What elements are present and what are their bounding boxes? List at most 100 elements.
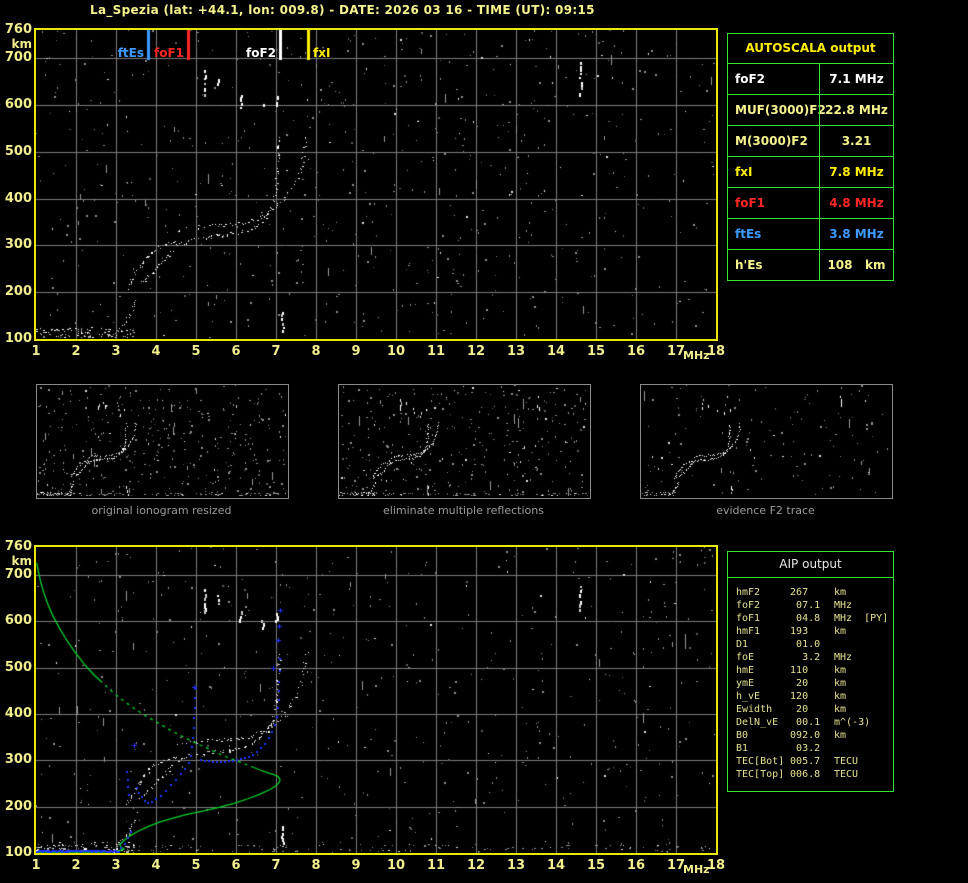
autoscala-table-title: AUTOSCALA output [745,41,876,55]
aip-row-hmE: hmE 110 km [728,664,893,677]
x-tick-label: 16 [626,858,646,873]
aip-row-foF2: foF2 07.1 MHz [728,599,893,612]
thumbnail-original-canvas [37,385,286,496]
x-tick-label: 11 [426,858,446,873]
aip-row-unit: MHz [834,600,853,611]
aip-row-unit: MHz [PY] [834,613,889,624]
aip-row-hmF2: hmF2 267 km [728,586,893,599]
autoscala-row-foF2: foF2 7.1 MHz [728,63,893,94]
aip-row-unit: km [834,678,847,689]
autoscala-row-label: fxI [735,165,753,179]
autoscala-table: AUTOSCALA output foF2 7.1 MHz MUF(3000)F2 2… [727,33,894,281]
aip-row-foF1: foF1 04.8 MHz [PY] [728,612,893,625]
x-tick-label: 2 [71,858,81,873]
x-tick-label: 4 [151,858,161,873]
x-tick-label: 1 [31,344,41,359]
aip-row-label: hmF2 [736,587,761,598]
aip-row-label: hmE [736,665,755,676]
y-tick-label: 600 [4,613,32,629]
y-tick-label: 400 [4,705,32,721]
axis-unit-label: MHz [683,349,710,362]
x-tick-label: 14 [546,344,566,359]
aip-row-B0: B0 092.0 km [728,729,893,742]
thumbnail-eliminate-canvas [339,385,588,496]
aip-row-label: Ewidth [736,704,773,715]
aip-row-unit: m^(-3) [834,717,871,728]
autoscala-row-value: 22.8 MHz [819,95,893,125]
aip-row-value: 110 [778,665,809,676]
aip-row-value: 20 [778,678,809,689]
aip-row-value: 20 [778,704,809,715]
autoscala-row-fxI: fxI 7.8 MHz [728,156,893,187]
x-tick-label: 15 [586,858,606,873]
aip-row-value: 07.1 [778,600,821,611]
autoscala-row-ftEs: ftEs 3.8 MHz [728,218,893,249]
aip-row-value: 04.8 [778,613,821,624]
aip-table-title: AIP output [728,552,893,578]
aip-row-unit: TECU [834,769,859,780]
aip-row-label: hmF1 [736,626,761,637]
autoscala-row-value: 3.21 [819,126,893,156]
x-tick-label: 10 [386,858,406,873]
y-tick-label: 700 [4,50,32,66]
x-tick-label: 16 [626,344,646,359]
aip-row-value: 120 [778,691,809,702]
autoscala-row-value: 7.1 MHz [819,64,893,94]
aip-row-foE: foE 3.2 MHz [728,651,893,664]
x-tick-label: 3 [111,344,121,359]
x-tick-label: 3 [111,858,121,873]
x-tick-label: 12 [466,344,486,359]
aip-row-Ewidth: Ewidth 20 km [728,703,893,716]
x-tick-label: 10 [386,344,406,359]
aip-row-label: foF1 [736,613,761,624]
y-tick-label: 200 [4,284,32,300]
autoscala-row-M(3000)F2: M(3000)F2 3.21 [728,125,893,156]
top-ionogram-canvas [36,30,716,339]
autoscala-row-value: 7.8 MHz [819,157,893,187]
axis-unit-label: km [11,37,32,51]
aip-row-unit: km [834,587,847,598]
bottom-ionogram-plot [34,545,718,855]
aip-row-label: h_vE [736,691,761,702]
y-tick-label: 500 [4,143,32,159]
autoscala-row-value: 4.8 MHz [819,188,893,218]
y-tick-label: 300 [4,237,32,253]
autoscala-row-label: h'Es [735,258,763,272]
x-tick-label: 2 [71,344,81,359]
marker-label-fxI: fxI [313,46,331,60]
page-title: La_Spezia (lat: +44.1, lon: 009.8) - DAT… [90,3,595,17]
x-tick-label: 11 [426,344,446,359]
aip-row-unit: km [834,730,847,741]
bottom-ionogram-canvas [36,547,716,853]
y-tick-label: 760 [4,22,32,37]
axis-unit-label: MHz [683,863,710,876]
y-tick-label: 600 [4,96,32,112]
aip-row-label: B1 [736,743,749,754]
y-tick-label: 400 [4,190,32,206]
x-tick-label: 14 [546,858,566,873]
thumbnail-caption: original ionogram resized [91,504,232,517]
x-tick-label: 4 [151,344,161,359]
x-tick-label: 12 [466,858,486,873]
x-tick-label: 9 [351,858,361,873]
x-tick-label: 7 [271,858,281,873]
autoscala-row-label: ftEs [735,227,762,241]
aip-row-label: B0 [736,730,749,741]
y-tick-label: 760 [4,539,32,554]
aip-row-B1: B1 03.2 [728,742,893,755]
autoscala-row-label: M(3000)F2 [735,134,808,148]
y-tick-label: 700 [4,566,32,582]
thumbnail-evidence-f2 [640,384,893,499]
autoscala-row-value: 108 km [819,250,893,280]
thumbnail-caption: eliminate multiple reflections [383,504,544,517]
x-tick-label: 8 [311,858,321,873]
x-tick-label: 6 [231,344,241,359]
aip-row-label: D1 [736,639,749,650]
aip-table-rows: hmF2 267 km foF2 07.1 MHz foF1 04.8 MHz [PY] h… [728,586,893,781]
aip-row-unit: km [834,665,847,676]
aip-row-DelN_vE: DelN_vE 00.1 m^(-3) [728,716,893,729]
x-tick-label: 5 [191,858,201,873]
autoscala-row-label: foF2 [735,72,766,86]
thumbnail-caption: evidence F2 trace [716,504,815,517]
autoscala-table-rows: foF2 7.1 MHz MUF(3000)F2 22.8 MHz M(3000)F2 3… [728,63,893,280]
